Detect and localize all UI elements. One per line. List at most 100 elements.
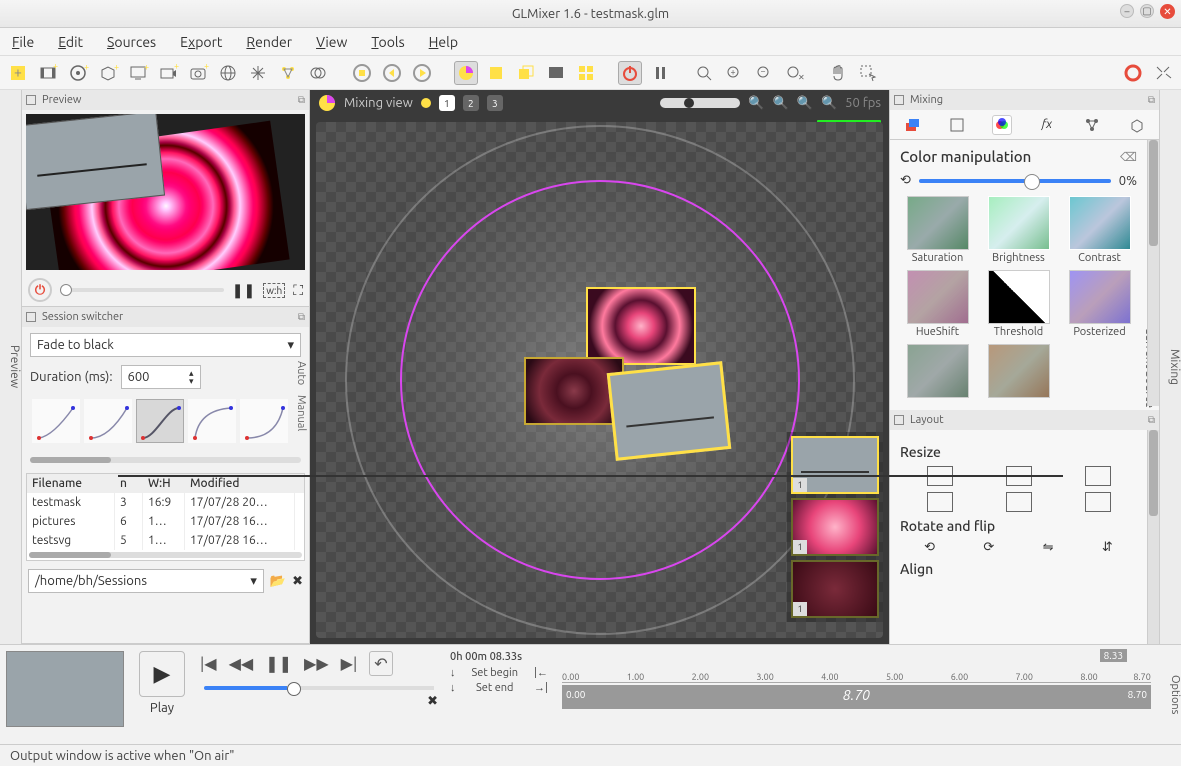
timeline-ruler[interactable]: 0.00 1.00 2.00 3.00 4.00 5.00 6.00 7.00 …	[554, 645, 1159, 744]
menu-edit[interactable]: Edit	[58, 34, 83, 50]
zoom-slider[interactable]	[660, 98, 740, 108]
preview-canvas[interactable]	[26, 114, 305, 270]
layout-scrollbar[interactable]	[1147, 430, 1159, 644]
hand-icon[interactable]	[826, 61, 850, 85]
workspace-1[interactable]: 1	[439, 95, 455, 111]
menu-tools[interactable]: Tools	[371, 34, 404, 50]
skip-start-icon[interactable]: |◀	[200, 654, 217, 673]
color-amount-slider[interactable]	[919, 179, 1111, 183]
tab-plugin-icon[interactable]	[1082, 115, 1102, 135]
fx-extra-2[interactable]	[981, 344, 1056, 398]
zoom-icon[interactable]	[692, 61, 716, 85]
set-begin-button[interactable]: Set begin	[472, 667, 518, 679]
curves-scrollbar[interactable]	[30, 457, 301, 463]
zoom-minus-icon[interactable]: −	[752, 61, 776, 85]
fx-threshold[interactable]: Threshold	[981, 270, 1056, 338]
photo-icon[interactable]: +	[186, 61, 210, 85]
pause-playback-icon[interactable]: ❚❚	[265, 654, 292, 673]
fullscreen-icon[interactable]: ⛶	[293, 282, 303, 299]
dock-icon[interactable]	[26, 95, 36, 105]
thumb-2[interactable]: 1	[791, 498, 879, 556]
curve-2[interactable]	[84, 399, 132, 443]
source-car[interactable]	[607, 361, 732, 461]
new-source-icon[interactable]: +	[6, 61, 30, 85]
duration-input[interactable]: 600▴▾	[121, 365, 201, 389]
record-icon[interactable]	[1121, 61, 1145, 85]
menu-sources[interactable]: Sources	[107, 34, 156, 50]
fx-scrollbar[interactable]	[1147, 140, 1159, 406]
camera-icon[interactable]: +	[156, 61, 180, 85]
workspace-2[interactable]: 2	[463, 95, 479, 111]
screen2-icon[interactable]	[544, 61, 568, 85]
tab-shape-icon[interactable]	[947, 115, 967, 135]
workspace-3[interactable]: 3	[487, 95, 503, 111]
undock-icon[interactable]: ⧉	[298, 311, 305, 323]
thumb-3[interactable]: 1	[791, 560, 879, 618]
zoom-reset-icon[interactable]: 🔍	[821, 96, 837, 111]
zoom-plus-icon[interactable]: +	[722, 61, 746, 85]
tab-color-icon[interactable]	[992, 115, 1012, 135]
preview-slider[interactable]	[60, 288, 224, 292]
menu-render[interactable]: Render	[246, 34, 292, 50]
reset-icon[interactable]: ⟲	[900, 173, 911, 188]
nodes-icon[interactable]	[276, 61, 300, 85]
stop-circle-icon[interactable]	[350, 61, 374, 85]
vtab-mixing[interactable]: Mixing	[1168, 96, 1181, 638]
mixing-view-icon[interactable]	[454, 61, 478, 85]
dock-icon[interactable]	[26, 312, 36, 322]
menu-file[interactable]: File	[12, 34, 34, 50]
options-tab[interactable]: Options	[1159, 645, 1181, 744]
prev-icon[interactable]	[380, 61, 404, 85]
dock-icon[interactable]	[894, 415, 904, 425]
flip-v-icon[interactable]: ⇵	[1102, 540, 1113, 555]
fx-hueshift[interactable]: HueShift	[900, 270, 975, 338]
curve-4[interactable]	[188, 399, 236, 443]
preview-pause-icon[interactable]: ❚❚	[232, 282, 255, 299]
speed-slider[interactable]	[204, 686, 434, 690]
curve-1[interactable]	[32, 399, 80, 443]
undock-icon[interactable]: ⧉	[298, 94, 305, 106]
resize-h-icon[interactable]	[927, 492, 953, 512]
pause-icon[interactable]	[648, 61, 672, 85]
zoom-fit-icon[interactable]: 🔍	[773, 96, 789, 111]
power-icon[interactable]	[618, 61, 642, 85]
timeline-thumb[interactable]	[6, 651, 124, 727]
expand-icon[interactable]	[1151, 61, 1175, 85]
disc-icon[interactable]: +	[66, 61, 90, 85]
minimize-button[interactable]: –	[1120, 4, 1134, 18]
table-row[interactable]: testsvg51…17/07/28 16…	[27, 531, 304, 550]
layer2-icon[interactable]	[514, 61, 538, 85]
path-combo[interactable]: /home/bh/Sessions▾	[28, 569, 264, 593]
undo-icon[interactable]: ↶	[369, 651, 392, 676]
table-row[interactable]: pictures61…17/07/28 16…	[27, 512, 304, 531]
table-scrollbar[interactable]	[29, 552, 302, 558]
skip-end-icon[interactable]: ▶|	[341, 654, 358, 673]
auto-tab[interactable]: Auto	[295, 361, 307, 385]
film-icon[interactable]: +	[36, 61, 60, 85]
rings-icon[interactable]	[306, 61, 330, 85]
globe-icon[interactable]	[216, 61, 240, 85]
play-button[interactable]: ▶	[139, 651, 185, 697]
zoom-out-icon[interactable]: 🔍	[748, 96, 764, 111]
tab-fx-icon[interactable]: fx	[1037, 115, 1057, 135]
cursor-position[interactable]: 8.33	[1100, 649, 1127, 662]
resize-free-icon[interactable]	[1085, 492, 1111, 512]
curve-3[interactable]	[136, 399, 184, 443]
zoom-in-icon[interactable]: 🔍	[797, 96, 813, 111]
vtab-preview[interactable]: Preview	[8, 96, 21, 638]
menu-help[interactable]: Help	[429, 34, 458, 50]
grid4-icon[interactable]	[574, 61, 598, 85]
menu-view[interactable]: View	[316, 34, 347, 50]
box-icon[interactable]: +	[96, 61, 120, 85]
curve-5[interactable]	[240, 399, 288, 443]
settings-icon[interactable]: ✖	[427, 694, 438, 708]
fx-saturation[interactable]: Saturation	[900, 196, 975, 264]
manual-tab[interactable]: Manual	[295, 395, 307, 431]
set-end-button[interactable]: Set end	[476, 682, 513, 694]
open-folder-icon[interactable]: 📂	[270, 574, 286, 589]
fx-brightness[interactable]: Brightness	[981, 196, 1056, 264]
flip-h-icon[interactable]: ⇋	[1043, 540, 1054, 555]
aspect-icon[interactable]: w:h	[263, 283, 285, 298]
rotate-cw-icon[interactable]: ⟳	[983, 540, 994, 555]
dock-icon[interactable]	[894, 95, 904, 105]
